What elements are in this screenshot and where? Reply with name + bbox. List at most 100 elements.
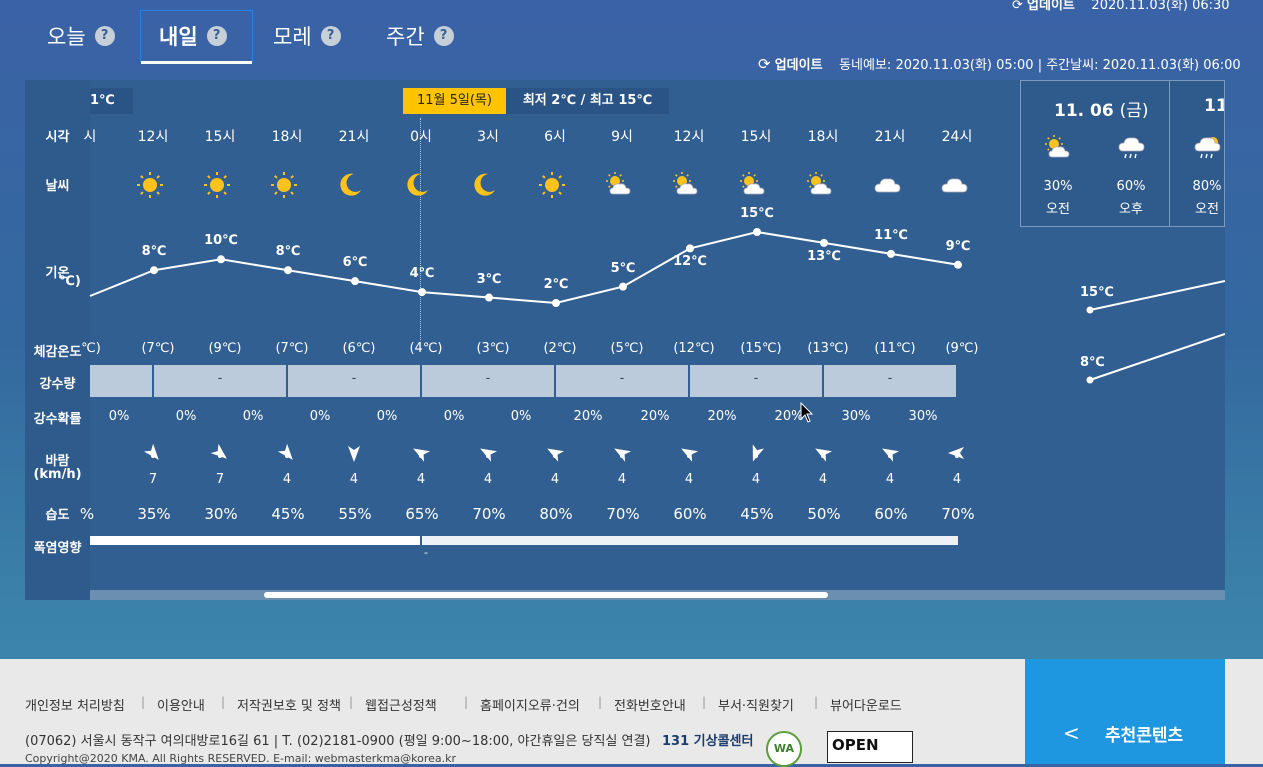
prob-cell: 0% [510, 409, 532, 424]
wind-direction-icon [681, 448, 699, 462]
wind-direction-icon [815, 448, 833, 462]
weekly-low: 8℃ [1080, 355, 1105, 370]
recommended-content-button[interactable]: < 추천콘텐츠 [1025, 659, 1225, 764]
outlook-period: 오전 [1046, 202, 1070, 217]
wa-logo-text: WA [773, 742, 795, 755]
chevron-left-icon: < [1063, 721, 1080, 745]
wind-direction-icon [948, 447, 964, 459]
footer-link[interactable]: 개인정보 처리방침 [25, 695, 125, 714]
temperature-point [418, 288, 426, 297]
wind-direction-icon [277, 443, 293, 460]
feels-cell: (12℃) [673, 341, 715, 356]
humidity-cell: % [79, 505, 95, 523]
footer-link[interactable]: 전화번호안내 [614, 695, 686, 714]
precip-cell: - [422, 365, 554, 397]
footer-link[interactable]: 뷰어다운로드 [830, 695, 902, 714]
callcenter-logo-text: 131 기상콜센터 [662, 734, 754, 749]
footer-separator: | [702, 695, 707, 709]
feels-cell: (6℃) [342, 341, 376, 356]
wind-direction-icon [143, 443, 159, 460]
temperature-point [150, 266, 158, 275]
precip-cell: - [690, 365, 822, 397]
prob-cell: 30% [841, 409, 871, 424]
wind-direction-icon [210, 443, 227, 459]
humidity-cell: 35% [137, 505, 171, 523]
weekly-high: 15℃ [1080, 285, 1114, 300]
prob-cell: 0% [443, 409, 465, 424]
footer-link[interactable]: 웹접근성정책 [365, 695, 437, 714]
wind-direction-icon [480, 448, 498, 462]
outlook-divider [1169, 81, 1170, 226]
mouse-cursor-icon [800, 402, 814, 423]
temperature-point [619, 282, 627, 291]
wind-direction-icon [882, 448, 900, 462]
wa-logo[interactable]: WA [766, 731, 802, 767]
feels-cell: (7℃) [275, 341, 309, 356]
wind-direction-icon [614, 448, 632, 462]
temperature-point [485, 293, 493, 302]
prob-cell: 20% [640, 409, 670, 424]
humidity-cell: 70% [606, 505, 640, 523]
feels-cell: (3℃) [476, 341, 510, 356]
footer-link[interactable]: 저작권보호 및 정책 [237, 695, 341, 714]
outlook-prob: 30% [1043, 179, 1073, 194]
heat-bar-today [90, 536, 420, 545]
reco-label: 추천콘텐츠 [1105, 726, 1184, 746]
footer-address: (07062) 서울시 동작구 여의대방로16길 61 | T. (02)218… [25, 734, 651, 749]
wind-speed-cell: 4 [952, 472, 962, 487]
footer-link[interactable]: 홈페이지오류·건의 [480, 695, 580, 714]
footer-separator: | [141, 695, 146, 709]
outlook-period: 오전 [1195, 202, 1219, 217]
precip-cell: - [824, 365, 956, 397]
wind-speed-cell: 7 [148, 472, 158, 487]
rain-cloud-icon [1118, 137, 1145, 159]
temperature-point [820, 238, 828, 247]
precip-cell: - [288, 365, 420, 397]
humidity-cell: 55% [338, 505, 372, 523]
footer-separator: | [349, 695, 354, 709]
feels-cell: (7℃) [141, 341, 175, 356]
precip-cell: - [556, 365, 688, 397]
wind-speed-cell: 4 [818, 472, 828, 487]
temperature-point [753, 228, 761, 236]
prob-cell: 20% [573, 409, 603, 424]
outlook-date: 11. 06 (금) [1054, 96, 1149, 121]
temperature-point [351, 277, 359, 286]
humidity-cell: 80% [539, 505, 573, 523]
feels-cell: (13℃) [807, 341, 849, 356]
wind-speed-cell: 4 [483, 472, 493, 487]
outlook-dow: (금) [1119, 101, 1149, 121]
sun-cloud-icon [1045, 135, 1070, 158]
feels-cell: (4℃) [409, 341, 443, 356]
wind-direction-icon [547, 448, 565, 462]
wind-direction-icon [413, 448, 431, 462]
temperature-point [954, 260, 962, 269]
temperature-point [887, 249, 895, 258]
prob-cell: 0% [108, 409, 130, 424]
wind-speed-cell: 4 [349, 472, 359, 487]
footer-link[interactable]: 부서·직원찾기 [718, 695, 794, 714]
temperature-point [284, 266, 292, 275]
scrollbar-thumb[interactable] [264, 592, 828, 598]
wind-speed-cell: 4 [751, 472, 761, 487]
outlook-prob: 60% [1116, 179, 1146, 194]
humidity-cell: 60% [673, 505, 707, 523]
humidity-cell: 50% [807, 505, 841, 523]
footer-separator: | [598, 695, 603, 709]
outlook-date-text: 11. 06 [1054, 101, 1114, 121]
open-license-logo[interactable]: OPEN [827, 731, 913, 763]
feels-cell: (5℃) [610, 341, 644, 356]
temperature-point [552, 299, 560, 307]
callcenter-logo[interactable]: 131 기상콜센터 [662, 735, 754, 761]
wind-speed-cell: 4 [550, 472, 560, 487]
outlook-prob: 80% [1192, 179, 1222, 194]
footer-link[interactable]: 이용안내 [157, 695, 205, 714]
outlook-next-date: 11 [1204, 96, 1224, 116]
prob-cell: 20% [707, 409, 737, 424]
wind-speed-cell: 4 [684, 472, 694, 487]
horizontal-scrollbar[interactable] [90, 590, 1225, 600]
temperature-point [217, 255, 225, 264]
prob-cell: 30% [908, 409, 938, 424]
weekly-outlook[interactable]: 11. 06 (금) 11 30% 오전 60% 오후 80% 오전 [1020, 80, 1225, 227]
prob-cell: 0% [309, 409, 331, 424]
